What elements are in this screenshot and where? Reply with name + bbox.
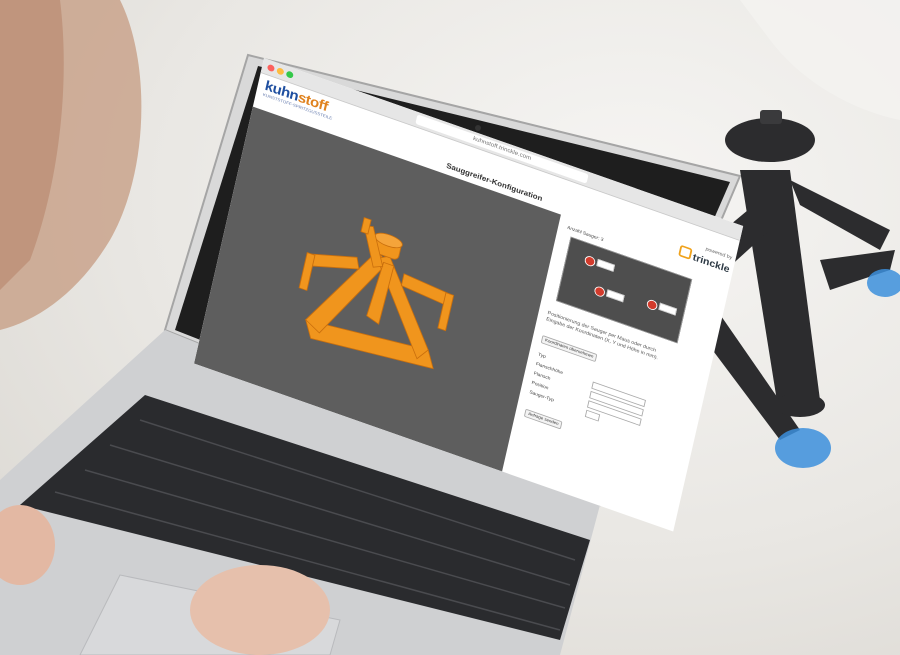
- minimize-icon[interactable]: [276, 67, 285, 76]
- suction-cup-marker[interactable]: [583, 254, 597, 268]
- suction-cup: [775, 428, 831, 468]
- option-row-cup-type: Sauger-Typ: [528, 389, 555, 404]
- coordinate-label: [658, 302, 678, 316]
- right-hand: [190, 565, 330, 655]
- coordinate-label: [596, 258, 616, 272]
- option-row-type: Typ: [537, 352, 547, 360]
- option-row-flange: Flansch: [533, 371, 551, 382]
- photo-scene: kuhnstoff.trinckle.com kuhnstoff KUNSTST…: [0, 0, 900, 655]
- apply-coordinates-button[interactable]: Koordinaten übernehmen: [540, 335, 598, 363]
- camera-icon: [475, 125, 481, 131]
- maximize-icon[interactable]: [285, 70, 294, 79]
- close-icon[interactable]: [266, 63, 276, 73]
- send-request-button[interactable]: Anfrage senden: [523, 408, 563, 430]
- suction-cup-marker[interactable]: [593, 285, 606, 299]
- option-row-position: Position: [531, 380, 549, 392]
- count-value: 3: [600, 237, 604, 243]
- coordinate-label: [605, 289, 625, 303]
- suction-cup-marker[interactable]: [645, 298, 659, 312]
